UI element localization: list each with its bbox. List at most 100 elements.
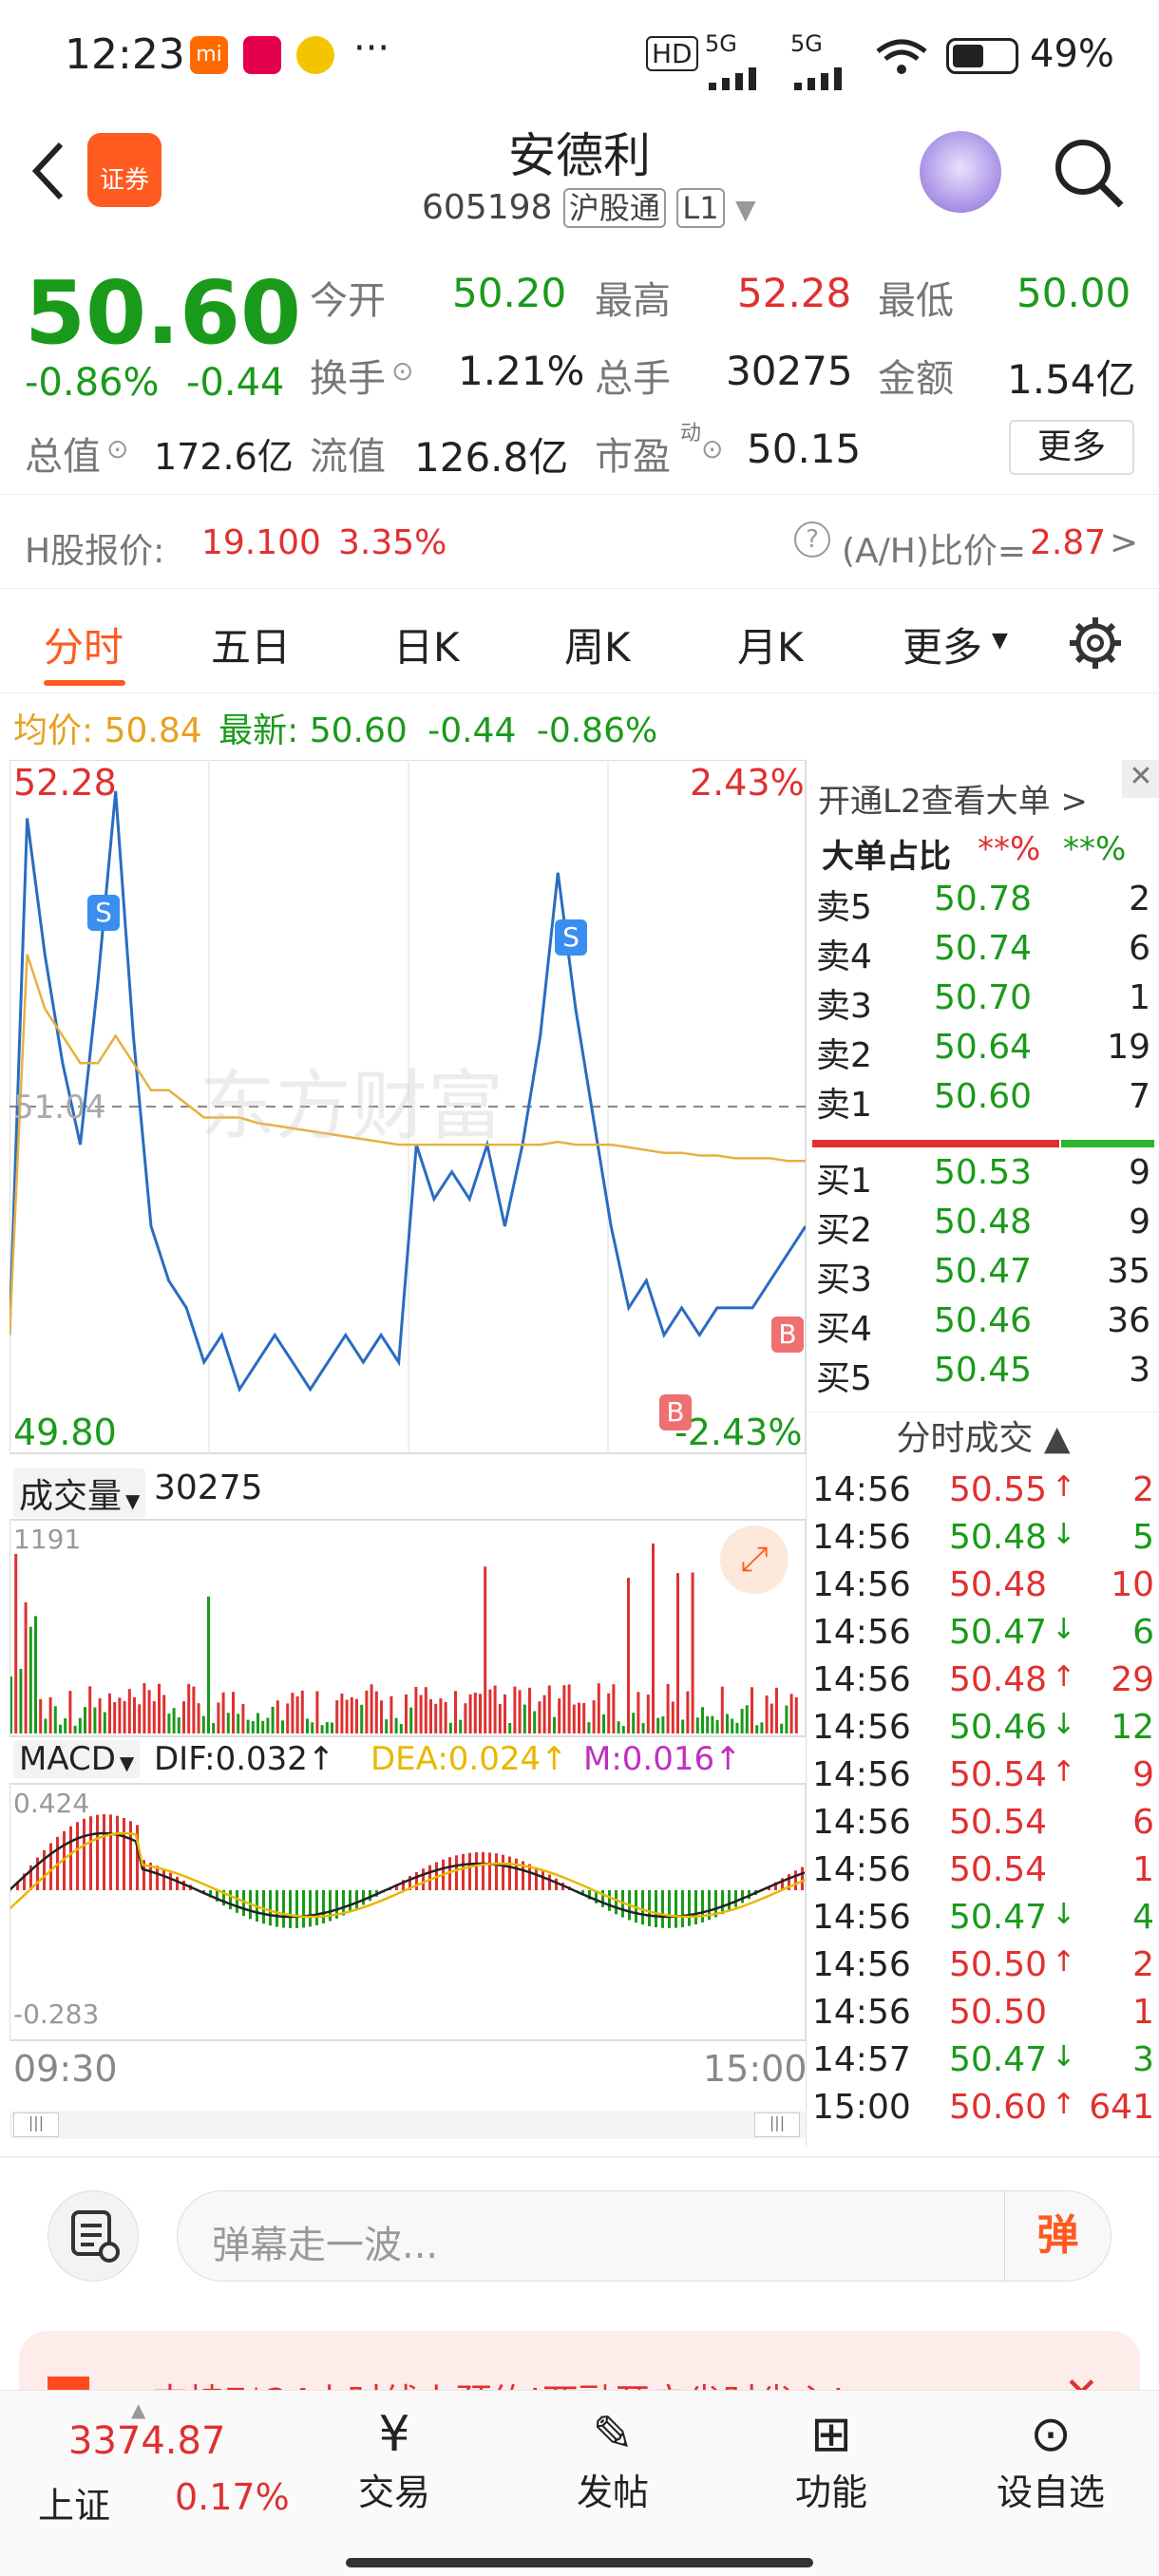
index-widget[interactable]: ▲ 3374.87 上证 0.17% (0, 2391, 290, 2527)
scroll-handle-right[interactable]: ||| (754, 2112, 800, 2137)
info-icon[interactable]: ⊙ (391, 355, 413, 387)
nav-add-watchlist[interactable]: ⊙ 设自选 (984, 2406, 1117, 2529)
robot-assistant-icon[interactable] (920, 131, 1001, 213)
macd-dif: DIF:0.032↑ (154, 1740, 335, 1778)
h-share-row[interactable]: H股报价: 19.100 3.35% ? (A/H)比价= 2.87 > (0, 494, 1159, 589)
volume-bar (572, 1704, 576, 1733)
scroll-handle-left[interactable]: ||| (13, 2112, 59, 2137)
nav-trade[interactable]: ¥ 交易 (342, 2406, 446, 2529)
macd-bar (262, 1890, 265, 1924)
close-icon[interactable]: ✕ (1122, 760, 1159, 798)
volume-bar (340, 1693, 344, 1733)
volume-bar (158, 1683, 161, 1733)
more-button[interactable]: 更多 (1009, 420, 1134, 475)
macd-bar (229, 1890, 232, 1910)
danmu-input[interactable]: 弹幕走一波... 弹 (177, 2190, 1112, 2282)
nav-functions[interactable]: ⊞ 功能 (779, 2406, 884, 2529)
volume-bar (597, 1683, 600, 1733)
search-icon[interactable] (1053, 137, 1125, 213)
tab-more-dropdown-icon: ▼ (992, 629, 1008, 653)
volume-bar (627, 1578, 630, 1733)
intraday-chart-svg[interactable] (8, 759, 808, 2147)
index-name: 上证 (38, 2485, 111, 2527)
volume-bar (108, 1693, 111, 1733)
high-value: 52.28 (737, 270, 852, 316)
pe-value: 50.15 (747, 426, 862, 472)
volume-bar (192, 1686, 196, 1733)
index-up-indicator: ▲ (131, 2398, 146, 2421)
last-change: -0.44 (428, 711, 517, 750)
tab-monthly-k[interactable]: 月K (737, 616, 804, 673)
trade-row: 14:56 50.47 ↓ 4 (812, 1898, 1154, 1937)
nav-post[interactable]: ✎ 发帖 (560, 2406, 665, 2529)
macd-bar (169, 1872, 172, 1890)
l2-link[interactable]: 开通L2查看大单 > (818, 775, 1088, 822)
buy-marker[interactable]: B (659, 1394, 692, 1430)
volume-bar (118, 1697, 122, 1733)
volume-bar (172, 1708, 176, 1733)
avg-info: 均价: 50.84 最新: 50.60 -0.44 -0.86% (13, 703, 657, 752)
volume-bar (295, 1695, 299, 1733)
volume-bar (652, 1544, 655, 1733)
macd-bar (129, 1821, 132, 1890)
macd-bar (269, 1890, 272, 1926)
volume-bar (740, 1709, 744, 1733)
tab-more[interactable]: 更多 (902, 616, 982, 673)
volume-bar (617, 1721, 620, 1733)
trade-row: 14:56 50.55 ↑ 2 (812, 1470, 1154, 1509)
sell-marker-2[interactable]: S (555, 919, 587, 956)
intraday-chart-area[interactable]: 东方财富 52.28 2.43% 51.04 49.80 -2.43% S S … (8, 759, 808, 2147)
ah-ratio-value: 2.87 (1030, 523, 1107, 562)
volume-bar (123, 1700, 126, 1733)
help-icon[interactable]: ? (794, 521, 830, 558)
macd-bar (123, 1818, 125, 1890)
info-icon-2[interactable]: ⊙ (106, 433, 128, 464)
avg-value: 50.84 (104, 711, 202, 750)
volume-bar (237, 1714, 240, 1733)
macd-bar (96, 1814, 99, 1890)
big-order-green: **% (1063, 830, 1127, 868)
volume-bar (444, 1702, 447, 1733)
stock-code-row[interactable]: 605198 沪股通 L1 ▼ (422, 184, 756, 228)
nav-trade-label: 交易 (357, 2472, 430, 2513)
volume-bar (385, 1719, 389, 1733)
macd-bar (488, 1852, 491, 1890)
sell-marker[interactable]: S (87, 895, 120, 931)
macd-bar (83, 1818, 86, 1890)
tab-weekly-k[interactable]: 周K (564, 616, 631, 673)
info-icon-3[interactable]: ⊙ (701, 433, 723, 464)
volume-bar (720, 1686, 724, 1733)
dropdown-icon: ▼ (735, 194, 756, 225)
low-label: 最低 (878, 279, 954, 323)
h-share-label: H股报价: (25, 532, 165, 571)
macd-bar (455, 1855, 458, 1890)
timeline-scrollbar[interactable]: ||| ||| (10, 2111, 806, 2139)
tab-five-day[interactable]: 五日 (211, 616, 291, 673)
trade-row: 14:56 50.47 ↓ 6 (812, 1613, 1154, 1652)
trade-icon: ¥ (378, 2406, 410, 2463)
macd-bar (282, 1890, 285, 1928)
danmu-button[interactable]: 弹 (1004, 2191, 1111, 2281)
macd-bar (655, 1890, 657, 1928)
trades-header[interactable]: 分时成交 ▲ (807, 1411, 1159, 1465)
volume-bar (726, 1714, 729, 1733)
macd-bar (315, 1890, 318, 1925)
volume-bar (780, 1723, 784, 1733)
volume-bar (64, 1718, 67, 1733)
volume-bar (24, 1601, 28, 1733)
settings-gear-icon[interactable] (1068, 616, 1123, 680)
volume-bar (513, 1686, 517, 1733)
volume-bar (493, 1685, 497, 1733)
trade-row: 15:00 50.60 ↑ 641 (812, 2088, 1154, 2127)
macd-bar (508, 1856, 511, 1890)
tab-daily-k[interactable]: 日K (393, 616, 460, 673)
macd-bar (542, 1870, 544, 1890)
macd-selector[interactable]: MACD ▼ (13, 1740, 141, 1778)
volume-selector[interactable]: 成交量 ▼ (13, 1468, 146, 1518)
volume-bar (390, 1695, 393, 1733)
expand-icon[interactable]: ⤢ (720, 1525, 788, 1594)
tab-intraday[interactable]: 分时 (44, 616, 124, 673)
chart-bottom-percent: -2.43% (674, 1411, 803, 1453)
comment-board-icon[interactable] (48, 2190, 139, 2282)
buy-marker-2[interactable]: B (771, 1316, 804, 1353)
